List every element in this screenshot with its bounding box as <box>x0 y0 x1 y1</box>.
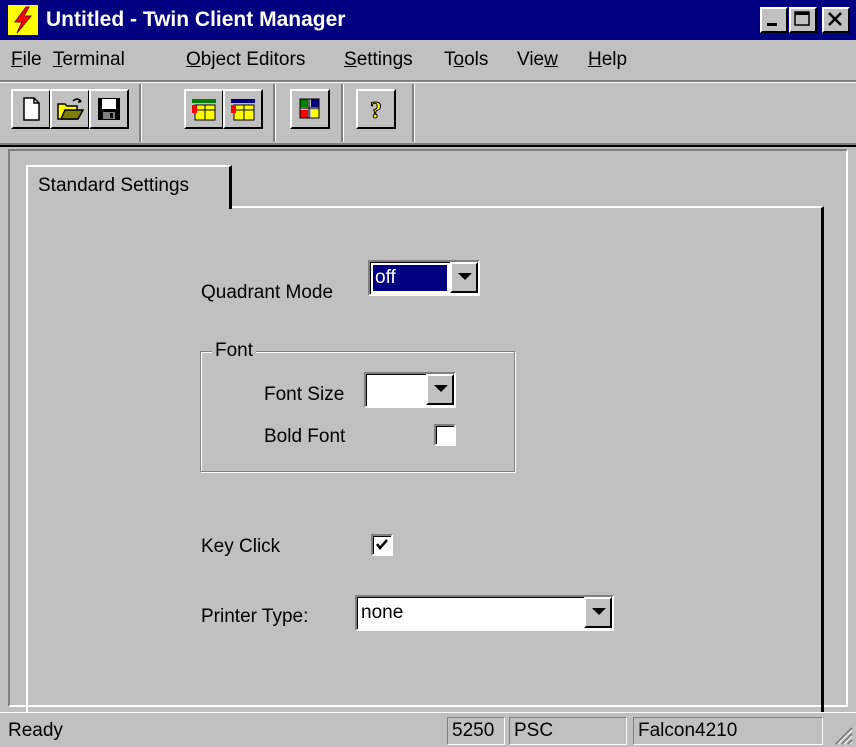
font-group-title: Font <box>212 340 257 362</box>
printer-type-select[interactable]: none <box>355 595 614 631</box>
toolbar-separator <box>273 84 276 142</box>
status-pane-code: 5250 <box>447 717 505 745</box>
status-bar: Ready 5250 PSC Falcon4210 <box>0 712 856 747</box>
new-file-button[interactable] <box>11 89 51 129</box>
status-pane-terminal: Falcon4210 <box>633 717 823 745</box>
printer-type-value: none <box>361 602 404 623</box>
font-size-select[interactable] <box>364 372 456 408</box>
toolbar-separator <box>139 84 142 142</box>
minimize-button[interactable] <box>760 7 788 33</box>
close-icon <box>828 12 842 26</box>
font-group-box <box>200 351 515 472</box>
settings-grid-icon <box>299 98 320 119</box>
resize-grip-icon[interactable] <box>830 722 854 746</box>
status-pane-code-text: 5250 <box>452 720 495 741</box>
quadrant-mode-select[interactable]: off <box>368 260 480 296</box>
save-disk-icon <box>98 98 120 120</box>
menu-settings[interactable]: Settings <box>344 48 413 72</box>
help-question-icon: ? <box>370 98 383 124</box>
object-editor-icon <box>192 99 216 121</box>
menu-file-label: File <box>11 49 42 70</box>
toolbar-separator <box>341 84 344 142</box>
window-title: Untitled - Twin Client Manager <box>46 8 346 31</box>
svg-text:?: ? <box>370 98 382 123</box>
menu-help-label: Help <box>588 49 628 70</box>
key-click-label: Key Click <box>201 536 281 557</box>
help-button[interactable]: ? <box>356 89 396 129</box>
status-pane-mode-text: PSC <box>514 720 554 741</box>
menu-view-label: View <box>517 49 558 70</box>
open-folder-icon <box>57 98 84 120</box>
menu-tools-label: Tools <box>444 49 489 70</box>
menu-help[interactable]: Help <box>588 48 627 72</box>
font-size-dropdown-button[interactable] <box>426 374 454 405</box>
status-pane-terminal-text: Falcon4210 <box>638 720 738 741</box>
printer-type-label: Printer Type: <box>201 606 309 627</box>
close-button[interactable] <box>822 7 850 33</box>
status-pane-mode: PSC <box>509 717 627 745</box>
font-size-label: Font Size <box>264 384 345 405</box>
menu-view[interactable]: View <box>517 48 558 72</box>
menu-object-editors[interactable]: Object Editors <box>186 48 305 72</box>
menu-terminal[interactable]: Terminal <box>53 48 125 72</box>
menu-bar: File Terminal Object Editors Settings To… <box>0 40 856 80</box>
maximize-icon <box>794 11 810 26</box>
new-file-icon <box>23 97 40 121</box>
settings-grid-button[interactable] <box>290 89 330 129</box>
tab-label: Standard Settings <box>38 175 190 196</box>
toolbar-divider <box>0 80 856 83</box>
menu-tools[interactable]: Tools <box>444 48 488 72</box>
key-click-checkbox[interactable] <box>371 534 393 556</box>
bold-font-checkbox[interactable] <box>434 424 456 446</box>
menu-file[interactable]: File <box>11 48 42 72</box>
quadrant-mode-value: off <box>373 265 447 291</box>
object-editor-alt-button[interactable] <box>223 89 263 129</box>
checkmark-icon <box>376 539 388 550</box>
toolbar-bottom-divider <box>0 143 856 147</box>
status-message: Ready <box>8 720 63 741</box>
object-editor-button[interactable] <box>184 89 224 129</box>
maximize-button[interactable] <box>789 7 817 33</box>
object-editor-alt-icon <box>231 99 255 121</box>
lightning-icon[interactable] <box>8 5 38 35</box>
menu-settings-label: Settings <box>344 49 413 70</box>
toolbar-separator <box>412 84 415 142</box>
quadrant-mode-label: Quadrant Mode <box>201 282 334 303</box>
chevron-down-icon <box>434 385 448 392</box>
menu-terminal-label: Terminal <box>53 49 125 70</box>
minimize-icon <box>767 23 777 26</box>
title-bar[interactable]: Untitled - Twin Client Manager <box>0 0 856 40</box>
quadrant-mode-dropdown-button[interactable] <box>450 262 478 293</box>
chevron-down-icon <box>592 608 606 615</box>
chevron-down-icon <box>458 273 472 280</box>
checkbox-inner <box>436 426 454 444</box>
save-button[interactable] <box>89 89 129 129</box>
tab-standard-settings[interactable]: Standard Settings <box>26 165 232 209</box>
toolbar: ? <box>0 84 856 142</box>
open-button[interactable] <box>50 89 90 129</box>
bold-font-label: Bold Font <box>264 426 346 447</box>
menu-object-editors-label: Object Editors <box>186 49 306 70</box>
application-window: Untitled - Twin Client Manager File Term… <box>0 0 856 747</box>
printer-type-dropdown-button[interactable] <box>584 597 612 628</box>
